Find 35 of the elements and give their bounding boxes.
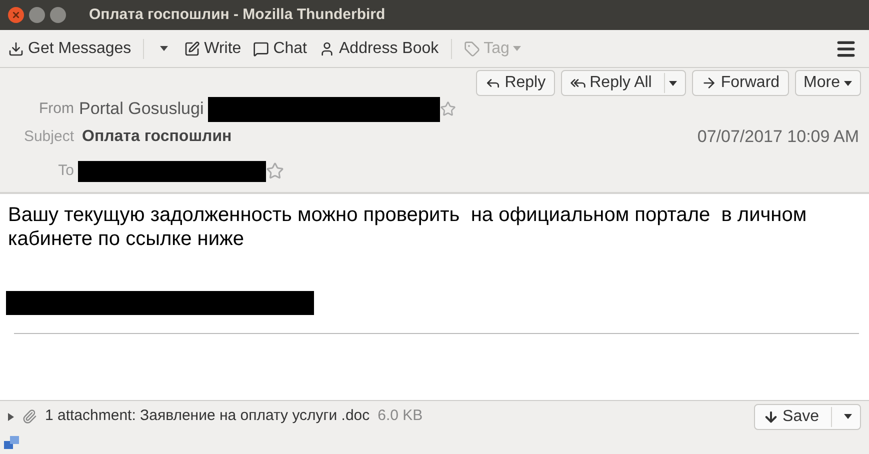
- caret-icon: [844, 80, 852, 86]
- tag-icon: [464, 40, 480, 56]
- sender-name: Portal Gosuslugi: [79, 98, 204, 120]
- action-button[interactable]: Reply All: [560, 70, 686, 96]
- star-icon[interactable]: [440, 101, 456, 117]
- attachment-size: 6.0 KB: [378, 406, 423, 426]
- toolbar-button[interactable]: Address Book: [319, 36, 439, 60]
- action-button[interactable]: More: [794, 70, 861, 96]
- minimize-button[interactable]: [29, 7, 45, 23]
- expand-arrow-icon[interactable]: [8, 412, 14, 420]
- close-icon: [13, 12, 19, 18]
- paperclip-icon: [22, 409, 37, 424]
- toolbar-button[interactable]: Chat: [253, 36, 307, 60]
- subject-label: Subject: [22, 126, 74, 147]
- window-title: Оплата госпошлин - Mozilla Thunderbird: [89, 4, 386, 25]
- person-icon: [319, 40, 335, 56]
- maximize-button[interactable]: [50, 7, 66, 23]
- toolbar-button[interactable]: Get Messages: [8, 36, 132, 60]
- save-button[interactable]: Save: [754, 404, 861, 430]
- caret-icon: [844, 414, 852, 419]
- pencil-icon: [184, 40, 200, 56]
- action-button[interactable]: Forward: [692, 70, 789, 96]
- speech-bubble-icon: [253, 40, 270, 56]
- action-button[interactable]: Reply: [476, 70, 555, 96]
- close-button[interactable]: [8, 7, 24, 23]
- subject-text: Оплата госпошлин: [82, 127, 232, 147]
- download-icon: [8, 40, 24, 56]
- attachment-summary[interactable]: 1 attachment: Заявление на оплату услуги .doc: [45, 405, 370, 428]
- toolbar-button[interactable]: Write: [184, 36, 242, 60]
- date-text: 07/07/2017 10:09 AM: [697, 126, 859, 148]
- from-label: From: [38, 98, 74, 119]
- network-icon: [4, 436, 20, 450]
- star-icon[interactable]: [266, 162, 284, 180]
- message-text: Вашу текущую задолженность можно проверить на официальном портале в личном кабинете по ссылке ниже: [8, 203, 808, 251]
- to-label: To: [57, 160, 74, 181]
